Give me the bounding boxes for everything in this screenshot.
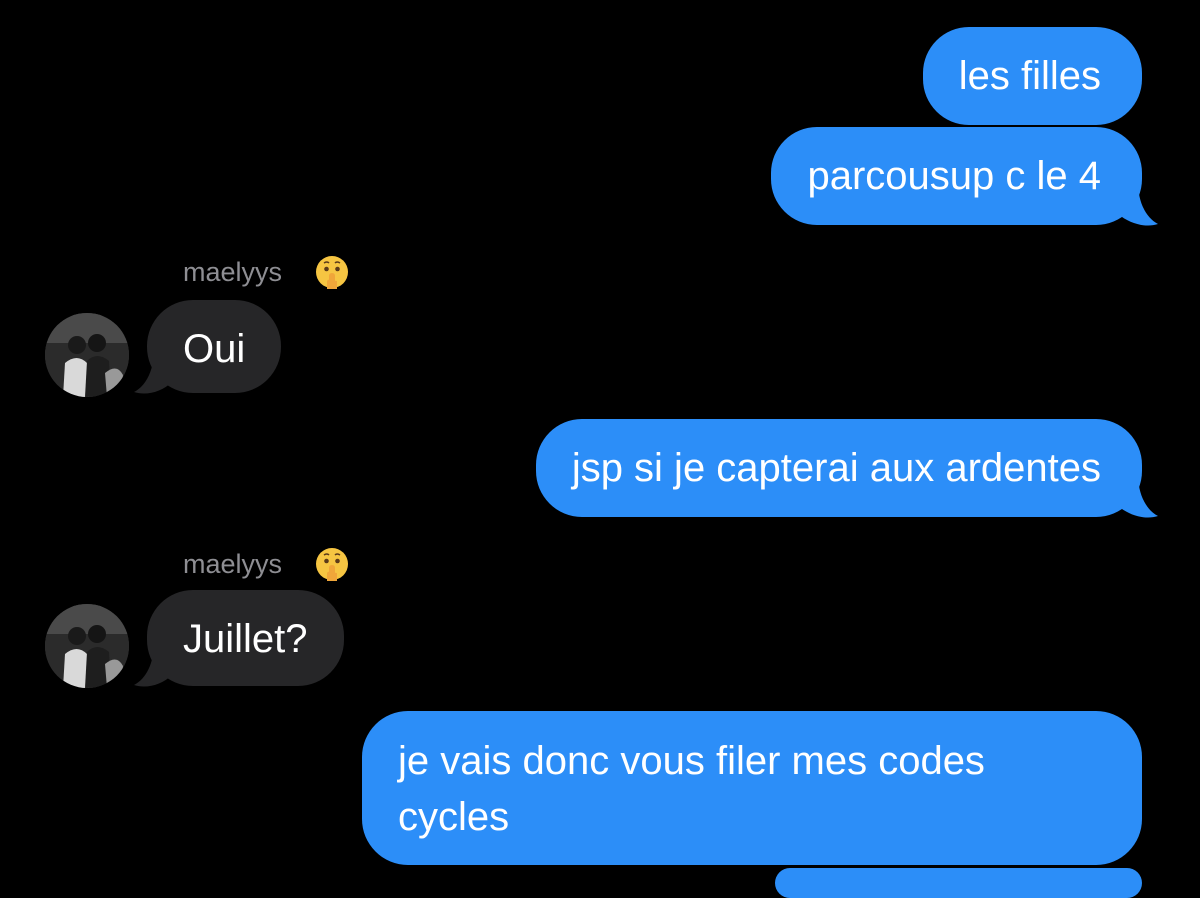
shushing-face-icon [316,548,348,581]
outgoing-bubble-tail [1118,182,1158,226]
incoming-bubble-tail [134,643,172,687]
message-text: les filles [958,54,1101,98]
incoming-message-bubble[interactable]: Juillet? [147,590,344,686]
contact-avatar[interactable] [45,604,129,688]
outgoing-message-bubble[interactable]: parcousup c le 4 [771,127,1142,225]
avatar-photo [45,313,129,397]
outgoing-bubble-tail [1118,474,1158,518]
message-text: Juillet? [183,617,308,661]
outgoing-message-bubble[interactable]: jsp si je capterai aux ardentes [535,419,1142,517]
message-text: Oui [183,327,246,371]
outgoing-message-bubble[interactable]: les filles [922,27,1142,125]
message-text: je vais donc vous filer mes codes cycles [398,739,985,839]
message-text: jsp si je capterai aux ardentes [571,446,1101,490]
outgoing-message-bubble[interactable]: je vais donc vous filer mes codes cycles [362,711,1142,865]
incoming-bubble-tail [134,350,172,394]
avatar-photo [45,604,129,688]
outgoing-message-bubble-partial[interactable] [775,868,1142,898]
message-text: parcousup c le 4 [807,154,1101,198]
sender-name: maelyys [183,549,283,579]
shushing-face-icon [316,256,348,289]
contact-avatar[interactable] [45,313,129,397]
sender-name: maelyys [183,257,283,287]
